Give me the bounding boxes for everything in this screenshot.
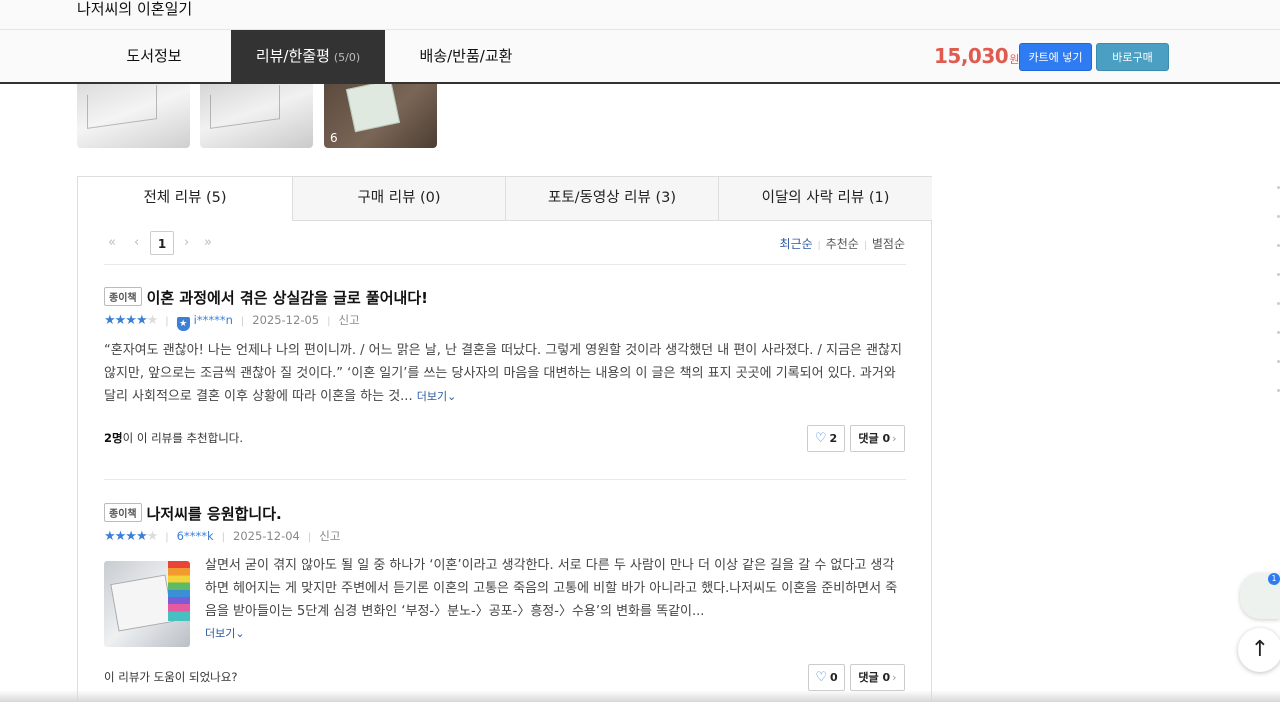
review-date: 2025-12-04 [233,529,300,543]
floating-badge: 1 [1268,573,1280,585]
review-text: “혼자여도 괜찮아! 나는 언제나 나의 편이니까. / 어느 맑은 날, 난 … [104,343,902,404]
add-to-cart-button[interactable]: 카트에 넣기 [1019,43,1092,71]
divider [104,264,906,265]
tab-reviews[interactable]: 리뷰/한줄평 (5/0) [231,30,385,82]
tab-reviews-label: 리뷰/한줄평 [255,47,330,65]
reviewer-id[interactable]: 6****k [177,529,214,543]
like-count: 2 [829,432,838,445]
heart-icon: ♡ [814,431,827,446]
recommend-info: 2명이 이 리뷰를 추천합니다. [104,430,243,446]
product-tab-nav: 도서정보 리뷰/한줄평 (5/0) 배송/반품/교환 15,030원 카트에 넣기… [0,30,1280,84]
helpful-question: 이 리뷰가 도움이 되었나요? [104,670,238,684]
comments-label: 댓글 0 [858,432,891,445]
sort-options: 최근순 | 추천순 | 별점순 [780,235,905,252]
recommend-text: 이 이 리뷰를 추천합니다. [122,431,244,445]
review-photo-image [110,574,174,632]
price-unit: 원 [1009,53,1019,66]
review-title-text: 나저씨를 응원합니다. [146,505,282,523]
arrow-up-icon: ↑ [1250,637,1270,662]
tab-photo-reviews[interactable]: 포토/동영상 리뷰 (3) [505,177,718,221]
heart-icon: ♡ [815,670,827,685]
review-title[interactable]: 종이책 이혼 과정에서 겪은 상실감을 글로 풀어내다! [104,287,428,308]
tab-reviews-count: (5/0) [333,51,361,64]
read-more-link[interactable]: 더보기⌄ [417,390,457,403]
format-badge: 종이책 [104,287,142,306]
read-more-link[interactable]: 더보기⌄ [205,627,245,640]
review-title[interactable]: 종이책 나저씨를 응원합니다. [104,503,282,524]
thumbnail-image [345,84,401,133]
tab-book-info[interactable]: 도서정보 [77,30,231,82]
review-photo[interactable] [104,561,190,647]
thumbnail-image [210,85,280,129]
chevron-down-icon: ⌄ [235,627,245,640]
page-1[interactable]: 1 [150,231,174,255]
like-button[interactable]: ♡ 0 [808,664,845,691]
review-title-text: 이혼 과정에서 겪은 상실감을 글로 풀어내다! [146,289,428,307]
sort-separator: | [817,241,821,251]
star-rating: ★★★★★ [104,529,158,544]
chevron-right-icon: › [892,432,897,445]
floating-book-thumbnail[interactable]: 1 [1240,573,1280,619]
like-count: 0 [830,671,838,684]
scroll-to-top-button[interactable]: ↑ [1238,628,1280,672]
last-page-button[interactable]: » [204,231,212,255]
tab-purchase-reviews[interactable]: 구매 리뷰 (0) [292,177,505,221]
like-button[interactable]: ♡ 2 [807,425,845,452]
sort-recommended[interactable]: 추천순 [826,237,859,251]
review-photo-thumbnail[interactable] [200,84,313,148]
book-title-bar: 나저씨의 이혼일기 [0,0,1280,30]
star-rating: ★★★★★ [104,313,158,328]
read-more-label: 더보기 [416,390,448,403]
verified-shield-icon: ★ [176,317,190,331]
tab-shipping[interactable]: 배송/반품/교환 [385,30,547,82]
tab-all-reviews[interactable]: 전체 리뷰 (5) [78,177,292,221]
comments-button[interactable]: 댓글 0 › [850,664,905,691]
price-value: 15,030 [934,44,1009,68]
report-link[interactable]: 신고 [319,529,340,543]
review-panel: 전체 리뷰 (5) 구매 리뷰 (0) 포토/동영상 리뷰 (3) 이달의 사락… [77,176,932,702]
comments-label: 댓글 0 [858,671,891,684]
sort-separator: | [863,241,867,251]
comments-button[interactable]: 댓글 0 › [850,425,905,452]
sort-recent[interactable]: 최근순 [780,237,813,251]
review-date: 2025-12-05 [252,313,320,327]
format-badge: 종이책 [104,503,142,522]
chevron-down-icon: ⌄ [447,390,457,403]
first-page-button[interactable]: « [108,231,116,255]
review-photo-thumbnail-more[interactable]: 6 [324,84,437,148]
report-link[interactable]: 신고 [338,313,359,327]
review-body: 살면서 굳이 겪지 않아도 될 일 중 하나가 ‘이혼’이라고 생각한다. 서로… [205,554,906,623]
read-more-row: 더보기⌄ [205,626,245,642]
review-meta: ★★★★★ | ★ i*****n | 2025-12-05 | 신고 [104,313,360,331]
read-more-label: 더보기 [205,627,236,640]
review-photo-image [168,561,190,621]
prev-page-button[interactable]: ‹ [134,231,139,255]
more-photos-count: 6 [330,131,338,145]
bottom-shadow [0,690,1280,702]
next-page-button[interactable]: › [184,231,189,255]
review-text: 살면서 굳이 겪지 않아도 될 일 중 하나가 ‘이혼’이라고 생각한다. 서로… [205,558,898,619]
buy-now-button[interactable]: 바로구매 [1096,43,1169,71]
reviewer-id[interactable]: i*****n [194,313,233,327]
chevron-right-icon: › [892,671,897,684]
divider [104,479,906,480]
sort-rating[interactable]: 별점순 [872,237,905,251]
thumbnail-image [87,85,157,129]
tab-monthly-reviews[interactable]: 이달의 사락 리뷰 (1) [718,177,932,221]
review-photo-thumbnail[interactable] [77,84,190,148]
price: 15,030원 [934,44,1019,68]
book-title: 나저씨의 이혼일기 [77,0,193,18]
review-meta: ★★★★★ | 6****k | 2025-12-04 | 신고 [104,529,341,544]
review-body: “혼자여도 괜찮아! 나는 언제나 나의 편이니까. / 어느 맑은 날, 난 … [104,339,906,408]
recommend-count: 2명 [104,431,123,445]
